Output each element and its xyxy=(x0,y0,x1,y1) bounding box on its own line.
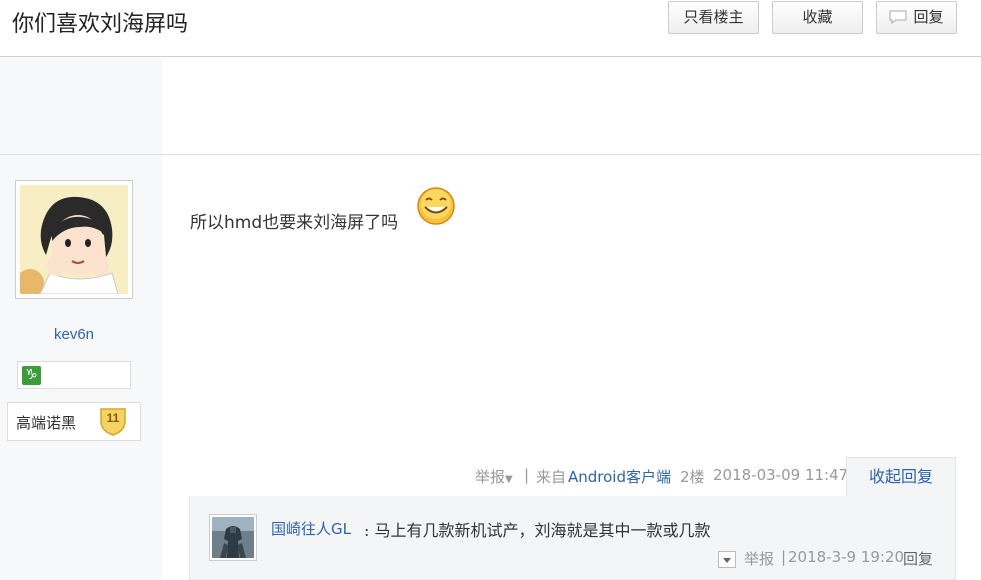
reply-reply-link[interactable]: 回复 xyxy=(903,548,933,569)
level-name: 高端诺黑 xyxy=(16,414,77,432)
reply-avatar-image xyxy=(212,517,254,558)
report-link[interactable]: 举报▼ xyxy=(475,466,513,487)
reply-button-label: 回复 xyxy=(913,8,944,26)
thread-header: 你们喜欢刘海屏吗 只看楼主 收藏 回复 xyxy=(0,0,981,57)
reply-meta-separator: | xyxy=(781,548,787,566)
zodiac-badge-box: ♑ xyxy=(17,361,131,389)
reply-text: : 马上有几款新机试产，刘海就是其中一款或几款 xyxy=(364,521,711,540)
reply-report-link[interactable]: 举报 xyxy=(744,548,774,569)
page-title: 你们喜欢刘海屏吗 xyxy=(12,12,189,37)
post-divider xyxy=(0,154,981,155)
reply-date: 2018-3-9 19:20 xyxy=(788,548,905,566)
smile-emoji-icon xyxy=(417,187,455,225)
post-content: 所以hmd也要来刘海屏了吗 xyxy=(190,213,399,233)
reply-avatar[interactable] xyxy=(209,514,257,561)
reply-more-dropdown[interactable] xyxy=(718,551,736,568)
from-label: 来自 xyxy=(536,468,567,486)
member-level[interactable]: 高端诺黑 11 xyxy=(7,402,141,441)
only-op-button[interactable]: 只看楼主 xyxy=(668,1,759,34)
client-link[interactable]: Android客户端 xyxy=(568,466,671,487)
avatar[interactable] xyxy=(15,180,133,299)
author-sidebar xyxy=(0,58,162,580)
avatar-image xyxy=(20,185,128,294)
level-number: 11 xyxy=(106,411,120,425)
capricorn-icon[interactable]: ♑ xyxy=(22,366,41,385)
collapse-replies-button[interactable]: 收起回复 xyxy=(846,457,956,497)
reply-username[interactable]: 国崎往人GL xyxy=(271,518,351,539)
chat-bubble-icon xyxy=(889,10,907,24)
post-date: 2018-03-09 11:47 xyxy=(713,466,849,484)
favorite-button[interactable]: 收藏 xyxy=(772,1,863,34)
author-username[interactable]: kev6n xyxy=(0,326,148,343)
reply-button[interactable]: 回复 xyxy=(876,1,957,34)
floor-number: 2楼 xyxy=(680,468,705,486)
meta-separator: | xyxy=(524,466,530,484)
